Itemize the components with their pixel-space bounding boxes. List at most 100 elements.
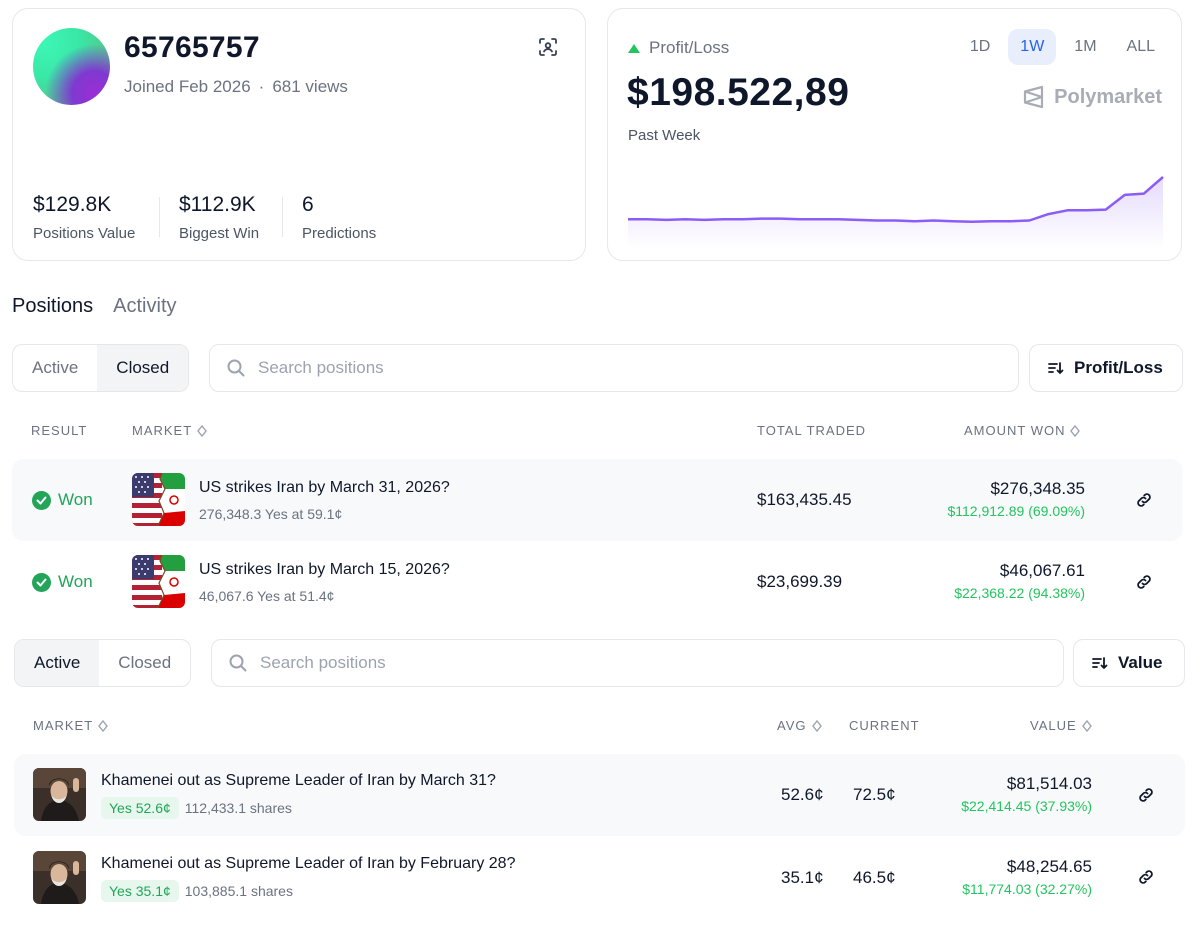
range-tab-1m[interactable]: 1M — [1062, 29, 1108, 65]
position-value: $81,514.03 $22,414.45 (37.93%) — [961, 774, 1092, 814]
khamenei-portrait-image — [33, 851, 86, 904]
link-icon[interactable] — [1137, 786, 1155, 804]
sort-label: Profit/Loss — [1074, 358, 1163, 377]
us-iran-flag-image — [132, 473, 185, 526]
stat-predictions: 6 Predictions — [302, 193, 376, 242]
sort-diamond-icon — [1081, 719, 1092, 732]
avg-price: 35.1¢ — [781, 868, 824, 887]
stat-label: Predictions — [302, 225, 377, 242]
toggle-closed[interactable]: Closed — [97, 345, 189, 391]
header-total-traded: TOTAL TRADED — [757, 423, 867, 438]
header-avg[interactable]: AVG — [777, 718, 822, 733]
sort-value-button[interactable]: Value — [1073, 639, 1185, 687]
shares-count: 103,885.1 shares — [184, 883, 293, 899]
range-tab-1d[interactable]: 1D — [958, 29, 1002, 65]
sort-diamond-icon — [811, 719, 822, 732]
stat-biggest-win: $112.9K Biggest Win — [179, 193, 259, 242]
market-subtitle: 46,067.6 Yes at 51.4¢ — [199, 588, 335, 604]
current-price: 72.5¢ — [853, 785, 896, 804]
outcome-pill: Yes 35.1¢ — [101, 880, 179, 902]
scan-profile-icon[interactable] — [537, 36, 559, 58]
sort-icon — [1048, 362, 1064, 375]
avatar — [33, 28, 110, 105]
sort-diamond-icon — [197, 424, 208, 437]
amount-won: $276,348.35 $112,912.89 (69.09%) — [947, 479, 1085, 519]
search-box — [209, 344, 1019, 392]
sort-diamond-icon — [1070, 424, 1081, 437]
sort-profit-loss-button[interactable]: Profit/Loss — [1029, 344, 1183, 392]
amount-gain: $22,368.22 (94.38%) — [954, 585, 1085, 601]
header-market[interactable]: MARKET — [132, 423, 208, 438]
toggle-active[interactable]: Active — [15, 640, 100, 686]
polymarket-logo-icon — [1024, 85, 1044, 109]
username: 65765757 — [124, 31, 260, 64]
pnl-sparkline — [628, 176, 1164, 249]
link-icon[interactable] — [1137, 868, 1155, 886]
pnl-value: $198.522,89 — [627, 71, 850, 114]
check-icon — [32, 572, 51, 592]
stat-divider — [282, 197, 283, 237]
stat-label: Biggest Win — [179, 225, 260, 242]
current-price: 46.5¢ — [853, 868, 896, 887]
value-amount: $81,514.03 — [1006, 774, 1092, 793]
link-icon[interactable] — [1135, 573, 1153, 591]
market-title[interactable]: Khamenei out as Supreme Leader of Iran b… — [101, 855, 515, 873]
stat-divider — [159, 197, 160, 237]
header-value[interactable]: VALUE — [1030, 718, 1092, 733]
toggle-active[interactable]: Active — [13, 345, 97, 391]
total-traded: $163,435.45 — [757, 490, 852, 509]
value-amount: $48,254.65 — [1006, 857, 1092, 876]
polymarket-brand: Polymarket — [1023, 85, 1162, 109]
search-input[interactable] — [258, 358, 858, 378]
header-current: CURRENT — [849, 718, 920, 733]
sparkline-area — [628, 177, 1163, 249]
check-icon — [32, 490, 51, 510]
header-label: VALUE — [1030, 718, 1077, 733]
trend-up-icon — [628, 43, 640, 53]
market-title[interactable]: US strikes Iran by March 15, 2026? — [199, 561, 450, 579]
outcome-pill: Yes 52.6¢ — [101, 797, 179, 819]
search-icon — [227, 359, 245, 377]
stat-label: Positions Value — [33, 225, 136, 242]
header-label: MARKET — [33, 718, 94, 733]
search-input[interactable] — [260, 653, 860, 673]
sort-icon — [1092, 657, 1108, 670]
header-amount-won[interactable]: AMOUNT WON — [964, 423, 1081, 438]
header-result: RESULT — [31, 423, 88, 438]
brand-name: Polymarket — [1054, 85, 1162, 108]
header-label: AMOUNT WON — [964, 423, 1066, 438]
header-label: MARKET — [132, 423, 193, 438]
shares-count: 112,433.1 shares — [184, 800, 292, 816]
search-icon — [229, 654, 247, 672]
range-tab-1w[interactable]: 1W — [1008, 29, 1057, 65]
header-label: AVG — [777, 718, 807, 733]
pnl-period: Past Week — [628, 127, 701, 144]
section-tabs: Positions Activity — [12, 295, 177, 318]
us-iran-flag-image — [132, 555, 185, 608]
value-gain: $11,774.03 (32.27%) — [962, 881, 1092, 897]
market-title[interactable]: US strikes Iran by March 31, 2026? — [199, 479, 450, 497]
market-title[interactable]: Khamenei out as Supreme Leader of Iran b… — [101, 772, 496, 790]
value-gain: $22,414.45 (37.93%) — [961, 798, 1092, 814]
result-label: Won — [58, 572, 93, 591]
tab-activity[interactable]: Activity — [113, 295, 176, 318]
profit-loss-card: Profit/Loss $198.522,89 Past Week 1D 1W … — [607, 8, 1182, 261]
position-detail: Yes 52.6¢ 112,433.1 shares — [101, 797, 292, 819]
market-subtitle: 276,348.3 Yes at 59.1¢ — [199, 506, 343, 522]
amount-value: $276,348.35 — [990, 479, 1085, 498]
result-label: Won — [58, 490, 93, 509]
search-box — [211, 639, 1064, 687]
range-tab-all[interactable]: ALL — [1115, 29, 1167, 65]
closed-panel-toggle: Active Closed — [12, 344, 190, 392]
joined-date: Joined Feb 2026 — [124, 77, 251, 96]
stat-positions-value: $129.8K Positions Value — [33, 193, 135, 242]
tab-positions[interactable]: Positions — [12, 295, 93, 318]
toggle-closed[interactable]: Closed — [99, 640, 190, 686]
range-tabs: 1D 1W 1M ALL — [958, 29, 1167, 65]
stat-value: $129.8K — [33, 193, 112, 216]
link-icon[interactable] — [1135, 491, 1153, 509]
khamenei-portrait-image — [33, 768, 86, 821]
amount-value: $46,067.61 — [999, 561, 1085, 580]
header-market[interactable]: MARKET — [33, 718, 109, 733]
profile-card: 65765757 Joined Feb 2026 · 681 views $129.… — [12, 8, 586, 261]
